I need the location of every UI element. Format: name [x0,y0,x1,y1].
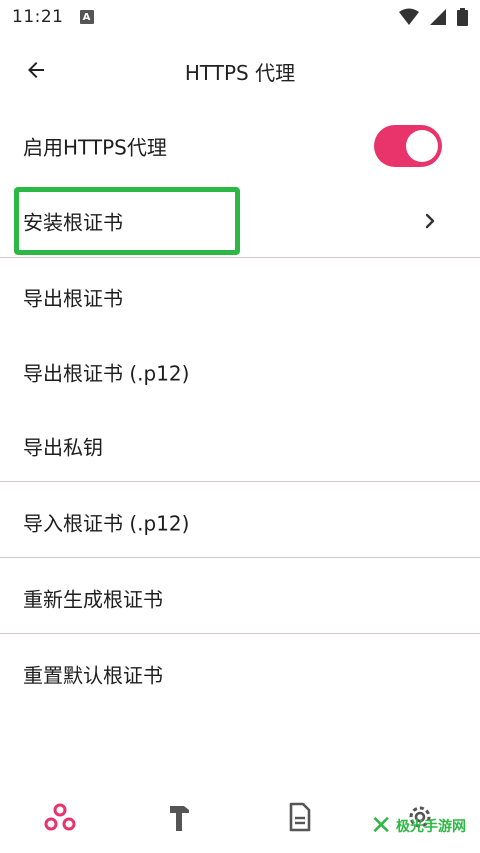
setting-label: 重新生成根证书 [23,587,163,611]
app-bar: HTTPS 代理 [0,38,480,100]
setting-label: 导出根证书 [23,286,123,310]
notification-icon: A [79,10,94,24]
setting-enable-https-proxy[interactable]: 启用HTTPS代理 [0,108,480,183]
document-icon [289,802,311,832]
wifi-icon [399,8,419,25]
divider [0,481,480,482]
https-proxy-toggle[interactable] [374,124,442,167]
setting-label: 导出根证书 (.p12) [23,361,190,385]
setting-label: 重置默认根证书 [23,663,163,687]
setting-export-private-key[interactable]: 导出私钥 [0,408,480,483]
nav-item-tools[interactable] [150,787,210,847]
highlight-box [14,187,240,255]
divider [0,557,480,558]
setting-regenerate-root-cert[interactable]: 重新生成根证书 [0,560,480,635]
status-bar: 11:21 A [0,0,480,34]
network-nodes-icon [44,803,76,831]
setting-label: 导出私钥 [23,435,103,459]
setting-reset-default-root-cert[interactable]: 重置默认根证书 [0,636,480,711]
battery-icon [457,8,468,26]
hammer-icon [170,806,189,831]
setting-label: 导入根证书 (.p12) [23,511,190,535]
signal-icon [430,9,446,25]
setting-label: 启用HTTPS代理 [23,135,167,159]
setting-export-root-cert-p12[interactable]: 导出根证书 (.p12) [0,334,480,409]
divider [0,257,480,258]
chevron-right-icon [418,209,442,233]
status-time: 11:21 [12,7,64,27]
nav-item-network[interactable] [30,787,90,847]
setting-import-root-cert-p12[interactable]: 导入根证书 (.p12) [0,484,480,559]
toggle-knob [406,129,438,162]
page-title: HTTPS 代理 [184,61,296,85]
status-icons [399,8,468,26]
nav-item-logs[interactable] [270,787,330,847]
watermark-text: 极光手游网 [396,819,466,835]
setting-export-root-cert[interactable]: 导出根证书 [0,259,480,334]
divider [0,633,480,634]
watermark: ✕ 极光手游网 [370,813,466,839]
watermark-logo-icon: ✕ [370,811,392,841]
